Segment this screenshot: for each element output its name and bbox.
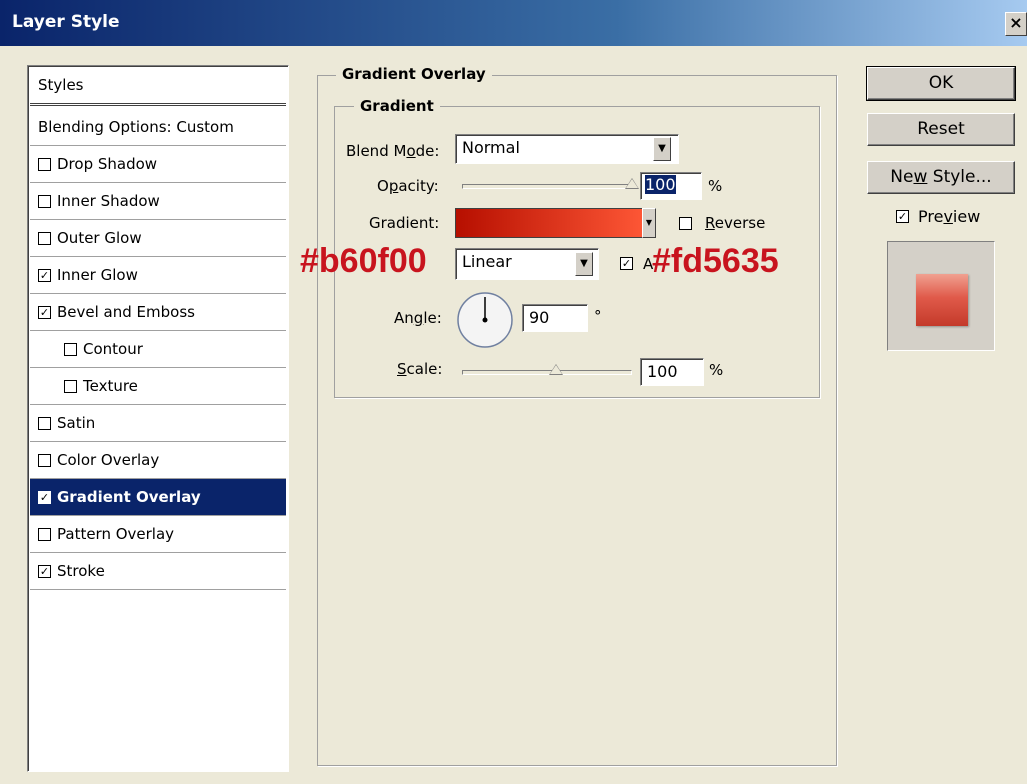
style-item[interactable]: Inner Shadow <box>30 183 286 220</box>
preview-swatch <box>916 274 968 326</box>
style-checkbox[interactable]: ✓ <box>38 305 51 319</box>
opacity-unit: % <box>708 177 723 195</box>
style-item-label: Inner Glow <box>57 266 138 284</box>
chevron-down-icon[interactable]: ▼ <box>653 137 671 161</box>
style-checkbox[interactable] <box>38 231 51 245</box>
gradient-swatch[interactable] <box>455 208 643 238</box>
style-dropdown-icon[interactable]: ▼ <box>575 252 593 276</box>
style-item-label: Inner Shadow <box>57 192 160 210</box>
style-checkbox[interactable]: ✓ <box>38 268 51 282</box>
style-item[interactable]: Color Overlay <box>30 442 286 479</box>
style-checkbox[interactable]: ✓ <box>38 564 51 578</box>
align-checkbox[interactable]: ✓ <box>620 257 633 270</box>
window-title: Layer Style <box>12 12 120 32</box>
reverse-label: Reverse <box>705 214 766 232</box>
scale-input[interactable]: 100 <box>640 358 704 386</box>
style-checkbox[interactable] <box>38 157 51 171</box>
style-item-label: Gradient Overlay <box>57 488 201 506</box>
reset-button[interactable]: Reset <box>867 113 1015 146</box>
style-item-label: Pattern Overlay <box>57 525 175 543</box>
gradient-label: Gradient: <box>369 214 440 232</box>
new-style-button[interactable]: New Style... <box>867 161 1015 194</box>
ok-button[interactable]: OK <box>866 66 1016 101</box>
style-item[interactable]: Pattern Overlay <box>30 516 286 553</box>
opacity-input[interactable]: 100 <box>640 172 702 200</box>
preview-thumbnail <box>887 241 995 351</box>
style-item[interactable]: ✓ Stroke <box>30 553 286 590</box>
scale-slider-track[interactable] <box>462 370 632 375</box>
style-item-label: Texture <box>83 377 138 395</box>
style-item[interactable]: Drop Shadow <box>30 146 286 183</box>
opacity-value: 100 <box>645 175 676 194</box>
opacity-slider-track[interactable] <box>462 184 632 189</box>
style-checkbox[interactable] <box>38 416 51 430</box>
styles-header[interactable]: Styles <box>30 68 286 106</box>
style-item-label: Bevel and Emboss <box>57 303 195 321</box>
style-item-label: Color Overlay <box>57 451 160 469</box>
angle-unit: ° <box>594 307 602 325</box>
style-item-label: Satin <box>57 414 96 432</box>
style-item-label: Outer Glow <box>57 229 142 247</box>
style-item-label: Contour <box>83 340 143 358</box>
style-item-label: Stroke <box>57 562 105 580</box>
style-item[interactable]: Outer Glow <box>30 220 286 257</box>
style-item[interactable]: ✓ Inner Glow <box>30 257 286 294</box>
start-color-annotation: #b60f00 <box>300 242 427 280</box>
opacity-label: Opacity: <box>377 177 439 195</box>
style-checkbox[interactable]: ✓ <box>38 490 51 504</box>
scale-value: 100 <box>647 362 678 381</box>
reverse-checkbox[interactable] <box>679 217 692 230</box>
scale-label: Scale: <box>397 360 443 378</box>
style-item[interactable]: Contour <box>30 331 286 368</box>
section-title: Gradient Overlay <box>336 65 492 83</box>
style-checkbox[interactable] <box>64 379 77 393</box>
style-checkbox[interactable] <box>38 527 51 541</box>
style-checkbox[interactable] <box>64 342 77 356</box>
preview-label: Preview <box>918 207 981 226</box>
angle-dial-graphic <box>457 292 513 348</box>
style-item[interactable]: Texture <box>30 368 286 405</box>
gradient-dropdown-icon[interactable]: ▼ <box>642 208 656 238</box>
angle-label: Angle: <box>394 309 442 327</box>
title-bar <box>0 0 1027 46</box>
opacity-slider-thumb[interactable] <box>625 178 639 189</box>
style-item[interactable]: Satin <box>30 405 286 442</box>
blend-mode-value: Normal <box>462 138 520 157</box>
preview-checkbox[interactable]: ✓ <box>896 210 909 223</box>
scale-slider-thumb[interactable] <box>548 364 563 375</box>
angle-dial[interactable] <box>455 290 515 350</box>
angle-input[interactable]: 90 <box>522 304 588 332</box>
style-item-label: Blending Options: Custom <box>38 118 234 136</box>
group-title: Gradient <box>354 97 440 115</box>
end-color-annotation: #fd5635 <box>652 242 779 280</box>
angle-value: 90 <box>529 308 550 327</box>
styles-header-label: Styles <box>38 76 84 94</box>
close-button[interactable]: × <box>1005 12 1027 36</box>
style-item[interactable]: ✓ Gradient Overlay <box>30 479 286 516</box>
style-item[interactable]: Blending Options: Custom <box>30 109 286 146</box>
style-checkbox[interactable] <box>38 194 51 208</box>
scale-unit: % <box>709 361 724 379</box>
style-checkbox[interactable] <box>38 453 51 467</box>
style-item-label: Drop Shadow <box>57 155 158 173</box>
style-item[interactable]: ✓ Bevel and Emboss <box>30 294 286 331</box>
blend-mode-label: Blend Mode: <box>346 142 440 160</box>
style-value: Linear <box>462 252 512 271</box>
blend-mode-select[interactable]: Normal <box>455 134 679 164</box>
